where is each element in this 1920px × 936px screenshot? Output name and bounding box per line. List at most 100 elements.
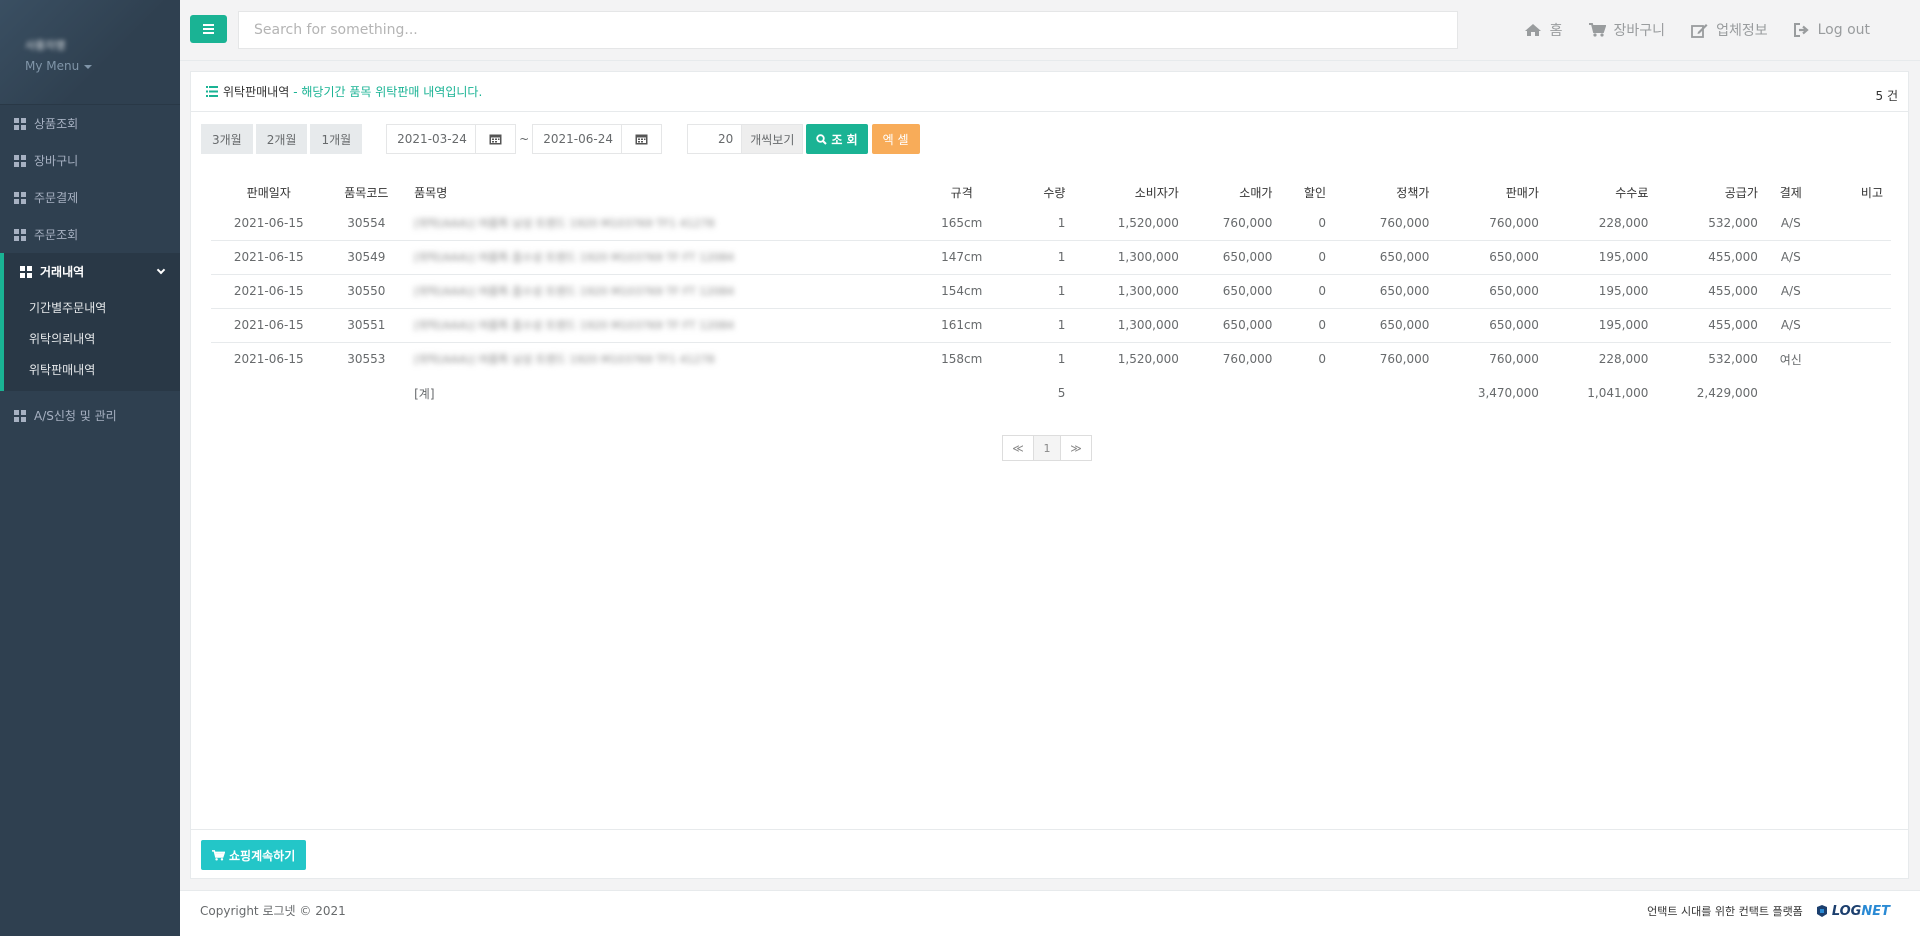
col-retail-price: 소매가 bbox=[1239, 185, 1273, 200]
cell-fee: 228,000 bbox=[1598, 215, 1649, 230]
sidebar-item-order-payment[interactable]: 주문결제 bbox=[0, 179, 180, 216]
cell-retail-price: 650,000 bbox=[1186, 273, 1281, 308]
cell-supply-price: 532,000 bbox=[1708, 215, 1758, 230]
top-links: 홈 장바구니 업체정보 Log out bbox=[1524, 0, 1870, 60]
cell-consumer-price: 1,300,000 bbox=[1073, 273, 1187, 308]
total-fee: 1,041,000 bbox=[1587, 386, 1649, 400]
search-input[interactable] bbox=[238, 11, 1458, 49]
logout-link[interactable]: Log out bbox=[1793, 22, 1870, 38]
cell-payment: 여신 bbox=[1765, 341, 1816, 376]
table-row[interactable]: 2021-06-15 30551 [위탁(AAA)] 여름특 흡수성 트렌드 192… bbox=[211, 307, 1891, 342]
cell-fee: 195,000 bbox=[1546, 239, 1657, 274]
next-page-button[interactable]: ≫ bbox=[1060, 435, 1092, 461]
cell-sale-price: 760,000 bbox=[1489, 215, 1539, 230]
sidebar-subitem-consignment-requests[interactable]: 위탁의뢰내역 bbox=[4, 323, 180, 354]
home-link[interactable]: 홈 bbox=[1524, 20, 1563, 40]
page-1-button[interactable]: 1 bbox=[1033, 435, 1061, 461]
item-name-text: [위탁(AAA)] 여름특 흡수성 트렌드 1920 M103769 TF FT… bbox=[414, 319, 735, 332]
sidebar-item-product-search[interactable]: 상품조회 bbox=[0, 105, 180, 142]
calendar-icon bbox=[635, 134, 648, 145]
date-from-calendar-button[interactable] bbox=[475, 125, 516, 153]
table-row[interactable]: 2021-06-15 30554 [위탁(AAA)] 여름특 남성 트렌드 1920… bbox=[211, 206, 1891, 240]
item-name-text: [위탁(AAA)] 여름특 흡수성 트렌드 1920 M103769 TF FT… bbox=[414, 251, 735, 264]
col-sale-price: 판매가 bbox=[1505, 185, 1539, 200]
company-info-label: 업체정보 bbox=[1716, 23, 1768, 39]
sidebar-item-transactions[interactable]: 거래내역 bbox=[0, 253, 180, 290]
cell-item-code: 30554 bbox=[347, 215, 386, 230]
cell-sale-price: 760,000 bbox=[1437, 341, 1547, 376]
my-menu-dropdown[interactable]: My Menu bbox=[25, 59, 180, 73]
th-large-icon bbox=[14, 228, 26, 241]
search-button-label: 조 회 bbox=[831, 132, 858, 147]
cell-item-code: 30551 bbox=[326, 307, 407, 342]
item-name-text: [위탁(AAA)] 여름특 남성 트렌드 1920 M103769 TF1 41… bbox=[414, 353, 715, 367]
sidebar-item-label: A/S신청 및 관리 bbox=[34, 409, 117, 423]
menu-toggle-button[interactable] bbox=[190, 15, 227, 43]
search-button[interactable]: 조 회 bbox=[806, 124, 868, 154]
sidebar-item-order-search[interactable]: 주문조회 bbox=[0, 216, 180, 253]
cell-payment: A/S bbox=[1765, 239, 1816, 274]
topbar: 홈 장바구니 업체정보 Log out bbox=[180, 0, 1920, 61]
panel-title-bar: 위탁판매내역 - 해당기간 품목 위탁판매 내역입니다. bbox=[191, 72, 1908, 112]
table-row[interactable]: 2021-06-15 30550 [위탁(AAA)] 여름특 흡수성 트렌드 192… bbox=[211, 273, 1891, 308]
profile-header: 사용자명 My Menu bbox=[0, 0, 180, 105]
chevron-down-icon bbox=[156, 265, 166, 274]
cell-consumer-price: 1,300,000 bbox=[1073, 239, 1187, 274]
cell-supply-price: 455,000 bbox=[1656, 273, 1766, 308]
cell-retail-price: 760,000 bbox=[1186, 341, 1281, 376]
cell-item-name: [위탁(AAA)] 여름특 흡수성 트렌드 1920 M103769 TF FT… bbox=[406, 307, 934, 342]
prev-page-button[interactable]: ≪ bbox=[1002, 435, 1034, 461]
table-header-row: 판매일자 품목코드 품목명 규격 수량 소비자가 소매가 할인 정책가 판매가 … bbox=[211, 178, 1891, 206]
cell-fee: 228,000 bbox=[1546, 341, 1657, 376]
sidebar-item-label: 주문조회 bbox=[34, 228, 79, 242]
cell-item-code: 30549 bbox=[326, 239, 407, 274]
cell-item-code: 30550 bbox=[326, 273, 407, 308]
company-info-link[interactable]: 업체정보 bbox=[1691, 20, 1768, 40]
cell-item-name: [위탁(AAA)] 여름특 남성 트렌드 1920 M103769 TF1 41… bbox=[406, 206, 933, 240]
cell-spec: 161cm bbox=[933, 307, 991, 342]
panel-footer: 쇼핑계속하기 bbox=[191, 829, 1908, 879]
range-3-months-button[interactable]: 3개월 bbox=[201, 124, 253, 154]
continue-shopping-label: 쇼핑계속하기 bbox=[229, 848, 296, 863]
sidebar-item-as-request[interactable]: A/S신청 및 관리 bbox=[0, 397, 180, 434]
lognet-logo: LOG NET bbox=[1815, 904, 1890, 919]
cart-link[interactable]: 장바구니 bbox=[1588, 20, 1665, 40]
cell-policy-price: 650,000 bbox=[1334, 307, 1438, 342]
continue-shopping-button[interactable]: 쇼핑계속하기 bbox=[201, 840, 307, 870]
table-row[interactable]: 2021-06-15 30549 [위탁(AAA)] 여름특 흡수성 트렌드 192… bbox=[211, 239, 1891, 274]
col-spec: 규격 bbox=[950, 185, 973, 200]
date-from-input[interactable] bbox=[387, 125, 476, 153]
col-policy-price: 정책가 bbox=[1396, 185, 1430, 200]
sidebar-subitem-period-orders[interactable]: 기간별주문내역 bbox=[4, 292, 180, 323]
per-page-input[interactable] bbox=[687, 124, 743, 154]
sidebar-subitem-consignment-sales[interactable]: 위탁판매내역 bbox=[4, 354, 180, 385]
cell-discount: 0 bbox=[1280, 341, 1334, 376]
cell-payment: A/S bbox=[1780, 215, 1801, 230]
sidebar-item-cart[interactable]: 장바구니 bbox=[0, 142, 180, 179]
cell-sale-price: 650,000 bbox=[1437, 307, 1547, 342]
edit-icon bbox=[1691, 23, 1708, 38]
table-row[interactable]: 2021-06-15 30553 [위탁(AAA)] 여름특 남성 트렌드 1920… bbox=[211, 341, 1891, 376]
cell-policy-price: 760,000 bbox=[1379, 215, 1430, 230]
total-sale-price: 3,470,000 bbox=[1477, 386, 1539, 400]
cell-retail-price: 650,000 bbox=[1186, 239, 1281, 274]
logo-text-net: NET bbox=[1861, 903, 1890, 919]
range-2-months-button[interactable]: 2개월 bbox=[255, 124, 308, 154]
cell-consumer-price: 1,520,000 bbox=[1073, 341, 1187, 376]
sidebar-item-label: 주문결제 bbox=[34, 191, 79, 205]
date-to-input[interactable] bbox=[533, 125, 622, 153]
footer-slogan-block: 언택트 시대를 위한 컨택트 플랫폼 LOG NET bbox=[1647, 903, 1890, 919]
list-icon bbox=[206, 86, 218, 97]
cell-consumer-price: 1,300,000 bbox=[1073, 307, 1187, 342]
cell-item-name: [위탁(AAA)] 여름특 남성 트렌드 1920 M103769 TF1 41… bbox=[406, 341, 934, 376]
cell-discount: 0 bbox=[1318, 215, 1326, 230]
sidebar-item-label: 장바구니 bbox=[34, 154, 79, 168]
range-1-month-button[interactable]: 1개월 bbox=[310, 124, 363, 154]
excel-export-button[interactable]: 엑 셀 bbox=[871, 124, 920, 154]
cell-payment: A/S bbox=[1765, 273, 1816, 308]
cell-note bbox=[1815, 341, 1891, 376]
result-count: 5 건 bbox=[1875, 89, 1899, 103]
cell-policy-price: 760,000 bbox=[1334, 341, 1438, 376]
date-to-calendar-button[interactable] bbox=[621, 125, 662, 153]
cell-discount: 0 bbox=[1280, 307, 1334, 342]
